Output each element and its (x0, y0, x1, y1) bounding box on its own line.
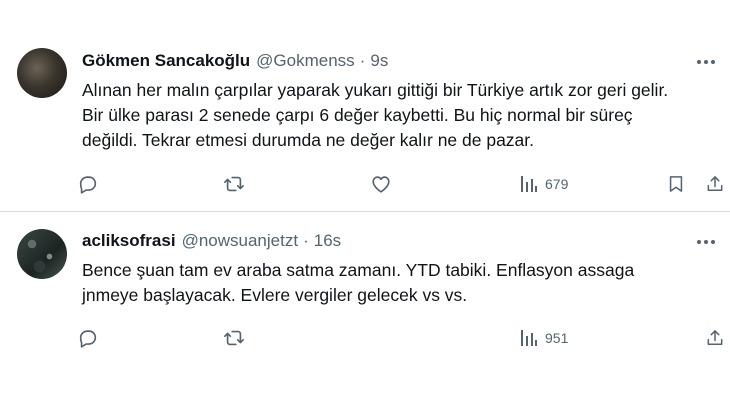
author-handle[interactable]: @Gokmenss (256, 51, 355, 71)
reply-icon (79, 330, 97, 348)
tweet-text-line: Alınan her malın çarpılar yaparak yukarı… (82, 80, 669, 100)
views-icon (521, 330, 537, 346)
share-icon (707, 176, 723, 191)
like-button[interactable] (370, 172, 392, 196)
more-options-icon[interactable] (694, 232, 718, 252)
retweet-icon (224, 176, 244, 192)
share-button[interactable] (705, 326, 725, 350)
timestamp[interactable]: 9s (370, 51, 388, 71)
tweet-header: acliksofrasi @nowsuanjetzt · 16s (82, 230, 341, 252)
tweet[interactable]: acliksofrasi @nowsuanjetzt · 16s Bence ş… (0, 212, 730, 420)
share-button[interactable] (705, 172, 725, 196)
action-bar: 951 (0, 326, 730, 350)
like-icon (372, 176, 390, 193)
tweet-text-line: Bir ülke parası 2 senede çarpı 6 değer k… (82, 105, 633, 125)
action-bar: 679 (0, 172, 730, 196)
reply-icon (79, 176, 97, 194)
views-count: 679 (545, 176, 569, 192)
tweet-text-line: Bence şuan tam ev araba satma zamanı. YT… (82, 260, 635, 280)
bookmark-icon (669, 176, 683, 192)
avatar[interactable] (17, 48, 67, 98)
separator: · (303, 231, 309, 250)
tweet-text: Alınan her malın çarpılar yaparak yukarı… (82, 78, 722, 153)
views-button[interactable]: 951 (518, 326, 568, 350)
separator: · (359, 51, 366, 70)
more-options-icon[interactable] (694, 52, 718, 72)
timestamp[interactable]: 16s (314, 231, 341, 251)
author-handle[interactable]: @nowsuanjetzt (182, 231, 299, 251)
retweet-button[interactable] (222, 172, 246, 196)
tweet[interactable]: Gökmen Sancakoğlu @Gokmenss · 9s Alınan … (0, 0, 730, 212)
share-icon (707, 330, 723, 345)
tweet-text-line: jnmeye başlayacak. Evlere vergiler gelec… (82, 285, 468, 305)
tweet-text-line: değildi. Tekrar etmesi durumda ne değer … (82, 130, 535, 150)
bookmark-button[interactable] (666, 172, 686, 196)
views-icon (521, 176, 537, 192)
views-count: 951 (545, 330, 569, 346)
retweet-button[interactable] (222, 326, 246, 350)
reply-button[interactable] (77, 326, 99, 350)
reply-button[interactable] (77, 172, 99, 196)
avatar[interactable] (17, 229, 67, 279)
author-name[interactable]: acliksofrasi (82, 231, 176, 251)
retweet-icon (224, 330, 244, 346)
tweet-header: Gökmen Sancakoğlu @Gokmenss · 9s (82, 50, 388, 72)
views-button[interactable]: 679 (518, 172, 568, 196)
author-name[interactable]: Gökmen Sancakoğlu (82, 51, 250, 71)
tweet-text: Bence şuan tam ev araba satma zamanı. YT… (82, 258, 722, 308)
